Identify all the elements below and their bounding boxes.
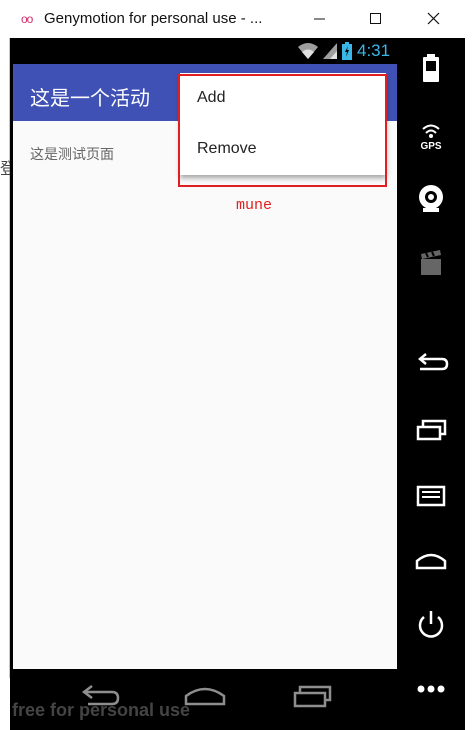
watermark-text: free for personal use	[12, 700, 191, 720]
home-icon[interactable]	[412, 541, 450, 579]
window-title: Genymotion for personal use - ...	[44, 10, 263, 27]
battery-icon	[342, 42, 352, 60]
maximize-button[interactable]	[353, 4, 397, 34]
close-button[interactable]	[411, 4, 455, 34]
close-icon	[427, 12, 440, 25]
maximize-icon	[370, 13, 381, 24]
camera-icon[interactable]	[412, 180, 450, 218]
annotation-label: mune	[236, 197, 273, 214]
power-icon[interactable]	[412, 605, 450, 643]
gps-label: GPS	[420, 141, 441, 152]
minimize-icon	[314, 18, 325, 20]
battery-widget-icon[interactable]	[412, 50, 450, 88]
signal-icon	[323, 43, 337, 59]
wifi-icon	[298, 43, 318, 59]
minimize-button[interactable]	[297, 4, 341, 34]
back-icon[interactable]	[412, 343, 450, 381]
recents-icon[interactable]	[292, 684, 334, 708]
more-icon[interactable]	[412, 670, 450, 708]
activity-title: 这是一个活动	[30, 88, 150, 110]
content-text: 这是测试页面	[30, 146, 114, 162]
media-icon[interactable]	[412, 245, 450, 283]
status-icons	[297, 42, 353, 60]
recents-icon[interactable]	[412, 410, 450, 448]
menu-icon[interactable]	[412, 476, 450, 514]
status-clock: 4:31	[357, 41, 391, 60]
gps-icon[interactable]: GPS	[412, 117, 450, 155]
annotation-highlight-box	[178, 74, 387, 187]
genymotion-logo-icon: oo	[21, 12, 33, 26]
